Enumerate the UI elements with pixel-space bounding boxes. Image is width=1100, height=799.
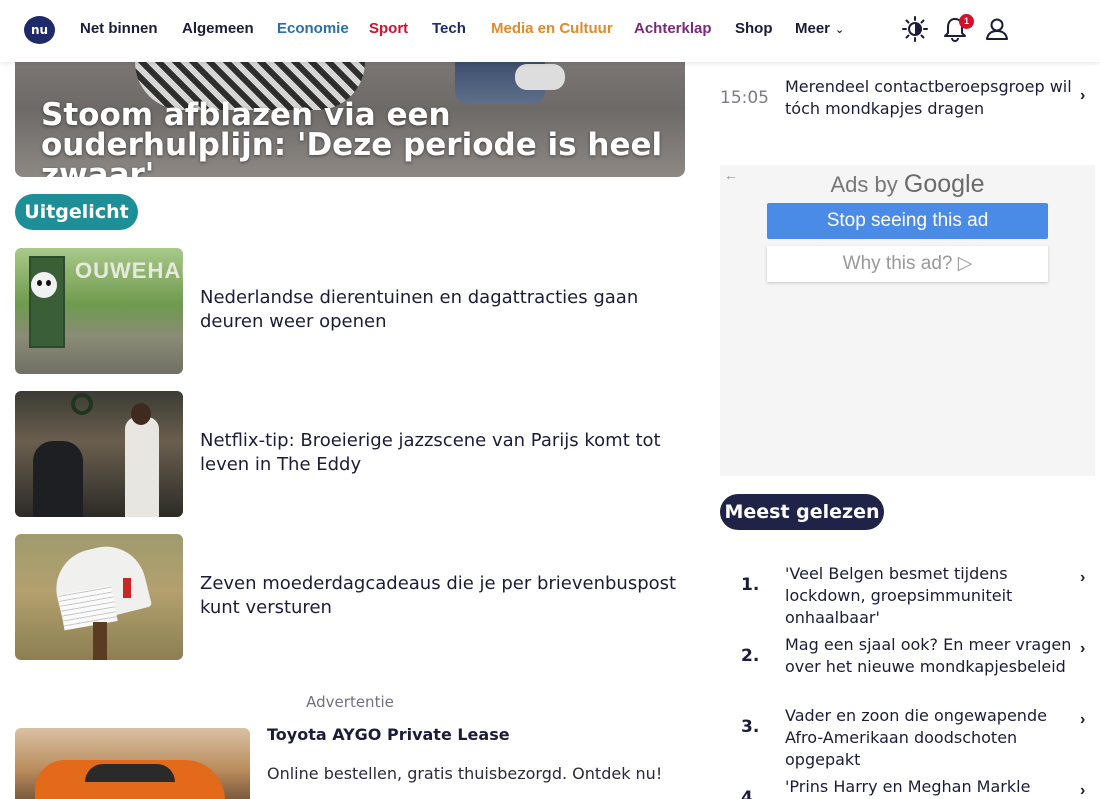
most-read-item[interactable]: 2. Mag een sjaal ook? En meer vragen ove… (720, 628, 1100, 694)
chevron-right-icon: › (1080, 87, 1086, 104)
wreath-figure (71, 393, 93, 415)
featured-item-title: Netflix-tip: Broeierige jazzscene van Pa… (200, 430, 661, 475)
hero-title: Stoom afblazen via een ouderhulplijn: 'D… (41, 97, 663, 178)
latest-title: Merendeel contactberoepsgroep wil tóch m… (785, 77, 1072, 118)
latest-time: 15:05 (720, 88, 769, 108)
hero-article[interactable]: Stoom afblazen via een ouderhulplijn: 'D… (15, 62, 685, 177)
rank-number: 3. (741, 717, 760, 737)
mailbox-thumbnail (15, 534, 183, 660)
advert-image[interactable] (15, 728, 250, 799)
zoo-sign (29, 256, 65, 348)
nav-meer[interactable]: Meer ⌄ (795, 20, 844, 37)
featured-item-title: Zeven moederdagcadeaus die je per brieve… (200, 573, 677, 618)
most-read-title: 'Prins Harry en Meghan Markle wonen (785, 777, 1031, 796)
most-read-title: 'Veel Belgen besmet tijdens lockdown, gr… (785, 564, 1013, 627)
featured-item-title: Nederlandse dierentuinen en dagattractie… (200, 287, 639, 332)
notifications-button[interactable]: 1 (942, 14, 974, 45)
hero-image-shoe (515, 64, 565, 90)
most-read-item[interactable]: 1. 'Veel Belgen besmet tijdens lockdown,… (720, 557, 1100, 627)
panda-figure (31, 272, 57, 298)
nav-algemeen[interactable]: Algemeen (182, 20, 254, 37)
jazz-thumbnail (15, 391, 183, 517)
rank-number: 1. (741, 575, 760, 595)
chevron-right-icon: › (1080, 640, 1086, 657)
notification-count-badge: 1 (959, 14, 974, 29)
mailbox-post (93, 622, 107, 660)
chevron-right-icon: › (1080, 569, 1086, 586)
google-ad-box: ← Ads by Google Stop seeing this ad Why … (720, 165, 1095, 476)
ads-by-label: Ads by (830, 172, 898, 197)
ads-by-google: Ads by Google (720, 170, 1095, 199)
why-this-ad-button[interactable]: Why this ad? ▷ (767, 246, 1048, 282)
most-read-item[interactable]: 3. Vader en zoon die ongewapende Afro-Am… (720, 699, 1100, 769)
nav-net-binnen[interactable]: Net binnen (80, 20, 158, 37)
advert-title[interactable]: Toyota AYGO Private Lease (267, 725, 510, 744)
mailbox-flag (123, 578, 131, 598)
nav-shop[interactable]: Shop (735, 20, 773, 37)
latest-news-item[interactable]: 15:05 Merendeel contactberoepsgroep wil … (720, 62, 1100, 134)
chevron-down-icon: ⌄ (835, 24, 845, 36)
rank-number: 2. (741, 646, 760, 666)
nav-meer-label: Meer (795, 20, 831, 37)
trumpeter-head (131, 403, 151, 425)
featured-item[interactable]: Netflix-tip: Broeierige jazzscene van Pa… (15, 391, 685, 517)
account-button[interactable] (984, 15, 1014, 45)
nav-tech[interactable]: Tech (432, 20, 466, 37)
chevron-right-icon: › (1080, 711, 1086, 728)
most-read-heading: Meest gelezen (720, 494, 884, 530)
featured-item[interactable]: OUWEHAND Nederlandse dierentuinen en dag… (15, 248, 685, 374)
theme-toggle-button[interactable] (901, 15, 931, 45)
zoo-letters: OUWEHAND (75, 258, 183, 283)
most-read-title: Vader en zoon die ongewapende Afro-Ameri… (785, 706, 1047, 769)
stop-seeing-ad-button[interactable]: Stop seeing this ad (767, 203, 1048, 239)
car-window (85, 764, 175, 782)
user-icon (986, 18, 1008, 40)
pianist-figure (33, 441, 83, 517)
advert-label: Advertentie (306, 693, 394, 711)
nav-achterklap[interactable]: Achterklap (634, 20, 712, 37)
chevron-right-icon: › (1080, 782, 1086, 799)
rank-number: 4. (741, 788, 760, 799)
nav-economie[interactable]: Economie (277, 20, 349, 37)
top-navigation: nu Net binnen Algemeen Economie Sport Te… (0, 0, 1100, 62)
advert-description[interactable]: Online bestellen, gratis thuisbezorgd. O… (267, 764, 662, 783)
google-wordmark: Google (903, 170, 985, 198)
trumpeter-figure (125, 417, 159, 517)
nav-sport[interactable]: Sport (369, 20, 408, 37)
mail-papers (58, 585, 118, 631)
featured-heading: Uitgelicht (15, 194, 138, 230)
nu-logo[interactable]: nu (24, 16, 55, 44)
most-read-item[interactable]: 4. 'Prins Harry en Meghan Markle wonen › (720, 770, 1100, 799)
most-read-title: Mag een sjaal ook? En meer vragen over h… (785, 635, 1072, 676)
zoo-thumbnail: OUWEHAND (15, 248, 183, 374)
theme-toggle-icon (902, 16, 928, 42)
nav-media-en-cultuur[interactable]: Media en Cultuur (491, 20, 613, 37)
featured-item[interactable]: Zeven moederdagcadeaus die je per brieve… (15, 534, 685, 660)
